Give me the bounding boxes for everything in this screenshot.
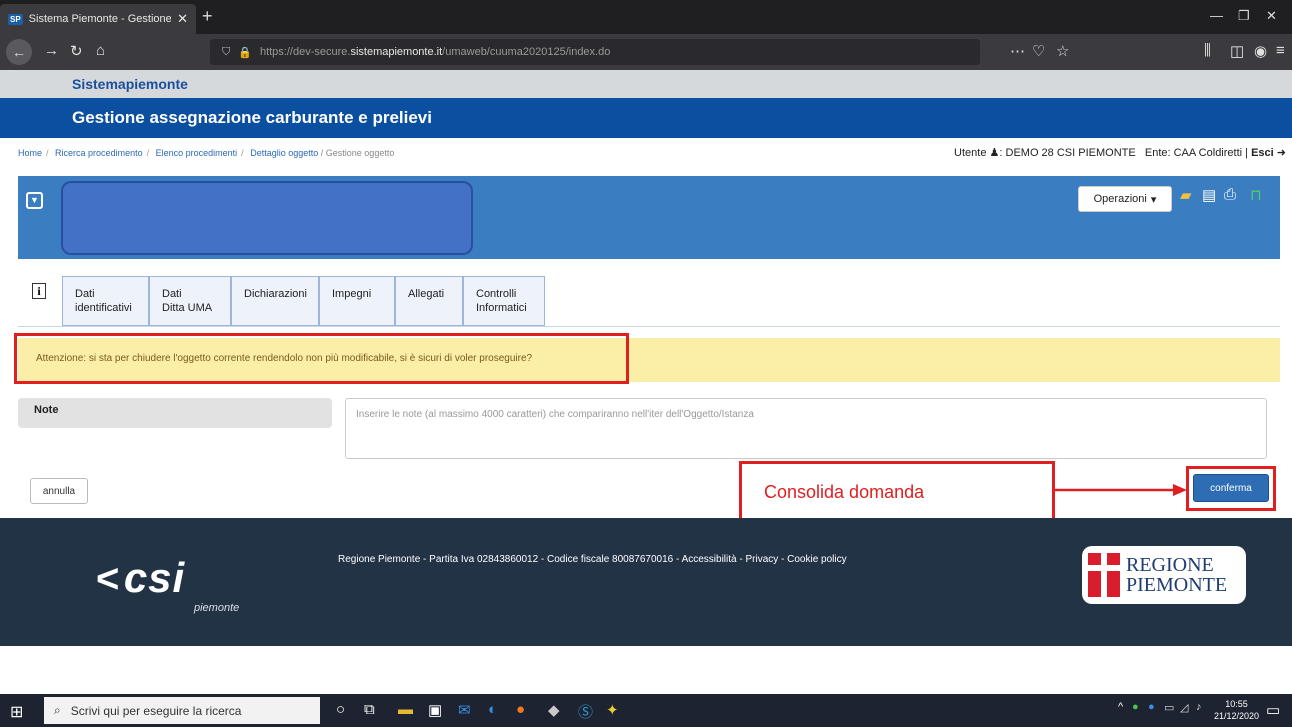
cortana-icon[interactable]: ○	[336, 701, 345, 718]
lock-icon: 🔒	[238, 46, 252, 59]
store-icon[interactable]: ▣	[428, 701, 442, 719]
url-text: https://dev-secure.sistemapiemonte.it/um…	[259, 46, 611, 58]
browser-tab[interactable]: SP Sistema Piemonte - Gestione a ✕	[0, 4, 196, 34]
skype-icon[interactable]: Ⓢ	[578, 701, 593, 722]
close-tab-icon[interactable]: ✕	[177, 11, 196, 27]
warning-highlight-box	[14, 333, 629, 384]
tab-impegni[interactable]: Impegni	[319, 276, 395, 326]
wifi-icon[interactable]: ◿	[1180, 701, 1188, 714]
tab-dati-ditta-uma[interactable]: Dati Ditta UMA	[149, 276, 231, 326]
site-favicon: SP	[8, 13, 23, 25]
annotation-arrow	[1055, 484, 1187, 496]
print-icon[interactable]: ⎙	[1224, 186, 1236, 203]
note-textarea[interactable]	[345, 398, 1267, 459]
brand-bar: Sistemapiemonte	[0, 70, 1292, 98]
file-explorer-icon[interactable]: ▬	[398, 701, 413, 718]
task-view-icon[interactable]: ⧉	[364, 701, 375, 718]
user-info: Utente ♟: DEMO 28 CSI PIEMONTE Ente: CAA…	[954, 147, 1286, 159]
document-icon[interactable]: ▤	[1202, 186, 1216, 204]
library-icon[interactable]: ⫼	[1204, 42, 1211, 59]
breadcrumb-home[interactable]: Home	[18, 148, 42, 158]
pocket-icon[interactable]: ♡	[1032, 42, 1045, 60]
user-label: Utente	[954, 147, 987, 159]
app-2-icon[interactable]: ✦	[606, 701, 619, 719]
page-footer: < csi piemonte Regione Piemonte - Partit…	[0, 518, 1292, 646]
app-title: Gestione assegnazione carburante e preli…	[72, 108, 432, 127]
notifications-icon[interactable]: ▭	[1266, 701, 1280, 719]
breadcrumb-dettaglio[interactable]: Dettaglio oggetto	[250, 148, 318, 158]
breadcrumb-elenco[interactable]: Elenco procedimenti	[156, 148, 238, 158]
callout-text: Consolida domanda	[764, 482, 925, 502]
taskbar-clock[interactable]: 10:55 21/12/2020	[1214, 698, 1259, 722]
back-icon[interactable]: ←	[6, 39, 32, 65]
restore-icon[interactable]: ❐	[1238, 8, 1250, 24]
confirm-button[interactable]: conferma	[1193, 474, 1269, 502]
regione-flag-icon	[1088, 553, 1120, 597]
firefox-icon[interactable]: ●	[516, 701, 525, 718]
user-name: : DEMO 28 CSI PIEMONTE	[999, 147, 1136, 159]
brand-title[interactable]: Sistemapiemonte	[72, 76, 188, 92]
info-icon[interactable]: i	[32, 283, 46, 299]
sidebar-icon[interactable]: ◫	[1230, 42, 1244, 60]
tab-dichiarazioni[interactable]: Dichiarazioni	[231, 276, 319, 326]
browser-nav-bar: ← → ↻ ⌂ ⛉ 🔒 https://dev-secure.sistemapi…	[0, 34, 1292, 70]
bookmark-star-icon[interactable]: ☆	[1056, 42, 1069, 60]
unlock-icon[interactable]: ⊓	[1250, 186, 1262, 204]
user-icon: ♟	[989, 147, 1000, 159]
search-icon: ⌕	[54, 703, 61, 717]
tray-app-icon[interactable]: ●	[1132, 701, 1139, 713]
address-bar[interactable]: ⛉ 🔒 https://dev-secure.sistemapiemonte.i…	[210, 39, 980, 65]
windows-taskbar: ⊞ ⌕ Scrivi qui per eseguire la ricerca ○…	[0, 694, 1292, 727]
operations-label: Operazioni	[1093, 193, 1147, 205]
csi-logo-arrow-icon: <	[96, 557, 120, 601]
clock-date: 21/12/2020	[1214, 711, 1260, 721]
tab-controlli-informatici[interactable]: Controlli Informatici	[463, 276, 545, 326]
reload-icon[interactable]: ↻	[70, 42, 83, 60]
browser-tab-bar: SP Sistema Piemonte - Gestione a ✕ + — ❐…	[0, 0, 1292, 34]
redacted-object-info	[61, 181, 473, 255]
logout-icon[interactable]: ➜	[1277, 147, 1286, 159]
new-tab-button[interactable]: +	[202, 6, 213, 27]
breadcrumb-current: / Gestione oggetto	[320, 148, 395, 158]
csi-logo: < csi piemonte	[96, 554, 240, 614]
close-window-icon[interactable]: ✕	[1266, 8, 1277, 24]
folder-icon[interactable]: ▰	[1180, 186, 1192, 204]
caret-down-icon: ▾	[1150, 193, 1157, 206]
annotation-callout: Consolida domanda	[739, 461, 1055, 523]
more-icon[interactable]: ⋯	[1010, 42, 1025, 60]
taskbar-search[interactable]: ⌕ Scrivi qui per eseguire la ricerca	[44, 697, 320, 724]
clock-time: 10:55	[1225, 699, 1248, 709]
tray-expand-icon[interactable]: ^	[1118, 701, 1123, 713]
breadcrumb-ricerca[interactable]: Ricerca procedimento	[55, 148, 143, 158]
forward-icon[interactable]: →	[44, 42, 59, 59]
collapse-toggle-icon[interactable]: ▼	[26, 192, 43, 209]
ente-label: Ente: CAA Coldiretti	[1144, 147, 1243, 159]
object-panel: ▼ Operazioni ▾ ▰ ▤ ⎙ ⊓	[18, 176, 1280, 259]
edge-icon[interactable]: ◐	[488, 701, 497, 718]
tab-divider	[18, 326, 1280, 327]
windows-start-icon[interactable]: ⊞	[10, 702, 23, 722]
tab-title: Sistema Piemonte - Gestione a	[28, 13, 172, 25]
tray-app-2-icon[interactable]: ●	[1148, 701, 1155, 713]
minimize-icon[interactable]: —	[1210, 8, 1223, 23]
mail-icon[interactable]: ✉	[458, 701, 471, 719]
regione-piemonte-logo: REGIONE PIEMONTE	[1082, 546, 1246, 604]
volume-icon[interactable]: ♪	[1196, 701, 1202, 713]
menu-icon[interactable]: ≡	[1276, 42, 1285, 59]
shield-icon: ⛉	[222, 45, 231, 58]
account-icon[interactable]: ◉	[1254, 42, 1267, 60]
tab-allegati[interactable]: Allegati	[395, 276, 463, 326]
tab-dati-identificativi[interactable]: Dati identificativi	[62, 276, 149, 326]
network-icon[interactable]: ▭	[1164, 701, 1174, 714]
home-icon[interactable]: ⌂	[96, 42, 105, 59]
operations-dropdown[interactable]: Operazioni ▾	[1078, 186, 1172, 212]
app-header: Gestione assegnazione carburante e preli…	[0, 98, 1292, 138]
note-label: Note	[18, 398, 332, 428]
app-icon[interactable]: ◆	[548, 701, 560, 719]
search-placeholder: Scrivi qui per eseguire la ricerca	[70, 703, 242, 718]
breadcrumb: Home / Ricerca procedimento / Elenco proce…	[18, 148, 395, 158]
footer-links[interactable]: Regione Piemonte - Partita Iva 028438600…	[338, 554, 847, 565]
logout-link[interactable]: Esci	[1251, 147, 1274, 159]
cancel-button[interactable]: annulla	[30, 478, 88, 504]
